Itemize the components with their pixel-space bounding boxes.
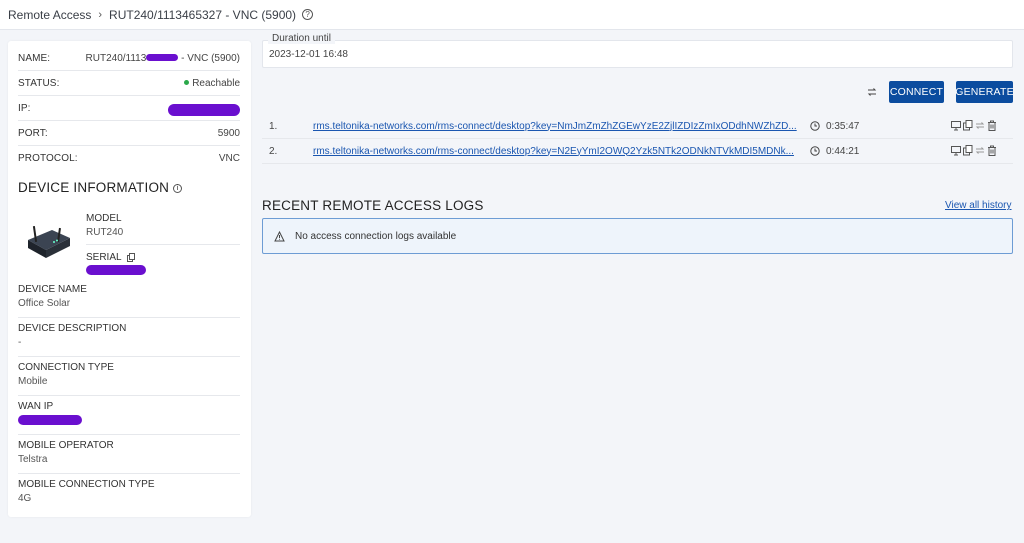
ip-row: IP: [18, 96, 240, 121]
copy-icon[interactable] [963, 145, 973, 156]
connection-type-field: CONNECTION TYPE Mobile [18, 362, 114, 387]
protocol-label: PROTOCOL: [18, 153, 78, 164]
duration-label: Duration until [268, 33, 335, 44]
ip-redacted [168, 104, 240, 116]
operator-value: Telstra [18, 454, 48, 465]
name-row: NAME: RUT240/1113 - VNC (5900) [18, 46, 240, 71]
redacted-mark [146, 54, 179, 62]
serial-field: SERIAL [86, 252, 146, 278]
copy-icon[interactable] [126, 252, 135, 262]
device-info-title: DEVICE INFORMATION i [18, 180, 183, 195]
generate-button[interactable]: GENERATE [955, 81, 1014, 103]
no-logs-alert: No access connection logs available [262, 218, 1013, 254]
no-logs-message: No access connection logs available [295, 230, 457, 242]
clock-icon [810, 121, 820, 131]
model-label: MODEL [86, 213, 122, 224]
mobile-connection-label: MOBILE CONNECTION TYPE [18, 479, 155, 490]
session-time: 0:35:47 [826, 120, 860, 132]
divider [18, 317, 240, 318]
session-link[interactable]: rms.teltonika-networks.com/rms-connect/d… [313, 146, 799, 157]
session-link[interactable]: rms.teltonika-networks.com/rms-connect/d… [313, 121, 799, 132]
divider [18, 473, 240, 474]
status-label: STATUS: [18, 77, 60, 89]
status-value: Reachable [184, 78, 240, 89]
session-number: 1. [269, 120, 278, 132]
session-number: 2. [269, 145, 278, 157]
ip-label: IP: [18, 102, 31, 114]
port-value: 5900 [217, 127, 240, 139]
divider [18, 395, 240, 396]
wan-ip-label: WAN IP [18, 401, 54, 412]
protocol-value: VNC [218, 153, 240, 164]
warning-icon [274, 230, 285, 241]
divider [18, 356, 240, 357]
operator-label: MOBILE OPERATOR [18, 440, 114, 451]
model-value: RUT240 [86, 227, 124, 238]
desktop-icon[interactable] [951, 145, 961, 156]
help-icon[interactable]: ? [302, 9, 314, 20]
divider [18, 434, 240, 435]
description-field: DEVICE DESCRIPTION - [18, 323, 126, 348]
wan-ip-redacted [18, 415, 82, 425]
status-dot [184, 80, 190, 86]
operator-field: MOBILE OPERATOR Telstra [18, 440, 114, 465]
device-name-value: Office Solar [18, 298, 71, 309]
session-row: 1. rms.teltonika-networks.com/rms-connec… [262, 114, 1013, 139]
trash-icon[interactable] [987, 120, 997, 131]
breadcrumb-current: RUT240/1113465327 - VNC (5900) [109, 7, 297, 22]
session-actions [951, 145, 997, 156]
refresh-icon[interactable] [975, 120, 985, 131]
view-all-history-link[interactable]: View all history [945, 200, 1012, 211]
model-field: MODEL RUT240 [86, 213, 123, 238]
serial-label: SERIAL [86, 252, 146, 263]
status-row: STATUS: Reachable [18, 71, 240, 96]
logs-title: RECENT REMOTE ACCESS LOGS [262, 198, 484, 213]
connect-button[interactable]: CONNECT [889, 81, 944, 103]
port-label: PORT: [18, 127, 48, 139]
wan-ip-field: WAN IP [18, 401, 82, 428]
clock-icon [810, 146, 820, 156]
divider [86, 244, 240, 245]
name-value: RUT240/1113 - VNC (5900) [85, 52, 240, 64]
name-label: NAME: [18, 52, 51, 64]
session-time: 0:44:21 [826, 145, 860, 157]
connection-type-label: CONNECTION TYPE [18, 362, 114, 373]
copy-icon[interactable] [963, 120, 973, 131]
mobile-connection-field: MOBILE CONNECTION TYPE 4G [18, 479, 155, 504]
session-actions [951, 120, 997, 131]
breadcrumb: Remote Access › RUT240/1113465327 - VNC … [0, 0, 1024, 30]
session-row: 2. rms.teltonika-networks.com/rms-connec… [262, 139, 1013, 164]
duration-input[interactable] [262, 40, 1013, 68]
refresh-icon[interactable] [975, 145, 985, 156]
info-icon[interactable]: i [173, 183, 183, 193]
desktop-icon[interactable] [951, 120, 961, 131]
connection-type-value: Mobile [18, 376, 48, 387]
breadcrumb-root[interactable]: Remote Access [8, 8, 91, 22]
breadcrumb-separator: › [98, 8, 103, 21]
description-label: DEVICE DESCRIPTION [18, 323, 127, 334]
port-row: PORT: 5900 [18, 121, 240, 146]
serial-redacted [86, 265, 146, 275]
duration-value: 2023-12-01 16:48 [269, 49, 348, 60]
protocol-row: PROTOCOL: VNC [18, 146, 240, 171]
device-name-label: DEVICE NAME [18, 284, 87, 295]
trash-icon[interactable] [987, 145, 997, 156]
refresh-icon[interactable] [866, 86, 878, 98]
device-panel: NAME: RUT240/1113 - VNC (5900) STATUS: R… [8, 41, 251, 517]
description-value: - [18, 337, 22, 348]
device-name-field: DEVICE NAME Office Solar [18, 284, 87, 309]
mobile-connection-value: 4G [18, 493, 32, 504]
router-image [28, 225, 70, 258]
